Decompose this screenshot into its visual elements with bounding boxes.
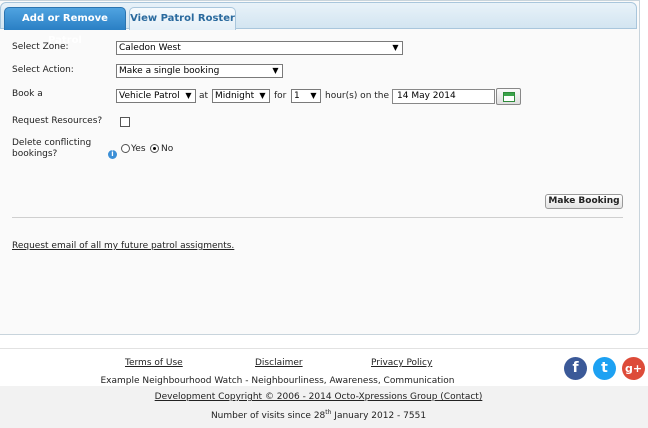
tab-view-patrol-roster[interactable]: View Patrol Roster	[129, 7, 236, 30]
book-label: Book a	[12, 89, 43, 99]
patrol-type-value: Vehicle Patrol	[119, 91, 180, 101]
chevron-down-icon: ▼	[392, 43, 399, 52]
date-input[interactable]: 14 May 2014	[392, 89, 495, 104]
chevron-down-icon: ▼	[259, 91, 266, 100]
radio-yes-label: Yes	[131, 144, 146, 154]
chevron-down-icon: ▼	[272, 66, 279, 75]
hours-value: 1	[294, 91, 300, 101]
footer-tagline: Example Neighbourhood Watch - Neighbourl…	[100, 376, 455, 386]
hours-suffix-text: hour(s) on the	[325, 91, 390, 101]
resources-checkbox[interactable]	[120, 117, 130, 127]
footer-copyright[interactable]: Development Copyright © 2006 - 2014 Octo…	[0, 392, 637, 402]
radio-yes[interactable]	[121, 144, 130, 153]
delete-label-line1: Delete conflicting	[12, 138, 92, 148]
visit-counter-suffix: January 2012 - 7551	[331, 411, 427, 421]
time-value: Midnight	[215, 91, 255, 101]
radio-no[interactable]	[150, 144, 159, 153]
patrol-type-select[interactable]: Vehicle Patrol ▼	[116, 89, 196, 103]
resources-label: Request Resources?	[12, 116, 103, 126]
calendar-icon	[503, 92, 515, 102]
at-text: at	[199, 91, 209, 101]
tab-bar: Add or Remove Patrol View Patrol Roster	[0, 2, 637, 46]
action-label: Select Action:	[12, 65, 74, 75]
visit-counter: Number of visits since 28th January 2012…	[0, 409, 637, 421]
facebook-icon[interactable]: f	[564, 357, 587, 380]
chevron-down-icon: ▼	[185, 91, 192, 100]
hours-select[interactable]: 1 ▼	[291, 89, 321, 103]
time-select[interactable]: Midnight ▼	[212, 89, 270, 103]
delete-label-line2: bookings?	[12, 149, 58, 159]
terms-of-use-link[interactable]: Terms of Use	[125, 358, 183, 368]
tab-add-remove-patrol[interactable]: Add or Remove Patrol	[4, 7, 126, 46]
make-booking-button[interactable]: Make Booking	[545, 194, 623, 209]
zone-select[interactable]: Caledon West ▼	[116, 41, 403, 55]
visit-counter-prefix: Number of visits since 28	[210, 411, 326, 421]
action-select[interactable]: Make a single booking ▼	[116, 64, 283, 78]
zone-select-value: Caledon West	[119, 43, 181, 53]
action-select-value: Make a single booking	[119, 66, 220, 76]
twitter-icon[interactable]: t	[593, 357, 616, 380]
disclaimer-link[interactable]: Disclaimer	[255, 358, 303, 368]
radio-no-label: No	[161, 144, 174, 154]
info-icon[interactable]: i	[108, 150, 117, 159]
request-email-link[interactable]: Request email of all my future patrol as…	[12, 241, 234, 251]
zone-label: Select Zone:	[12, 42, 69, 52]
privacy-policy-link[interactable]: Privacy Policy	[371, 358, 432, 368]
googleplus-icon[interactable]: g+	[622, 357, 645, 380]
booking-panel: Add or Remove Patrol View Patrol Roster …	[0, 0, 640, 335]
calendar-button[interactable]	[496, 88, 521, 105]
for-text: for	[274, 91, 287, 101]
chevron-down-icon: ▼	[310, 91, 317, 100]
divider	[12, 217, 623, 218]
